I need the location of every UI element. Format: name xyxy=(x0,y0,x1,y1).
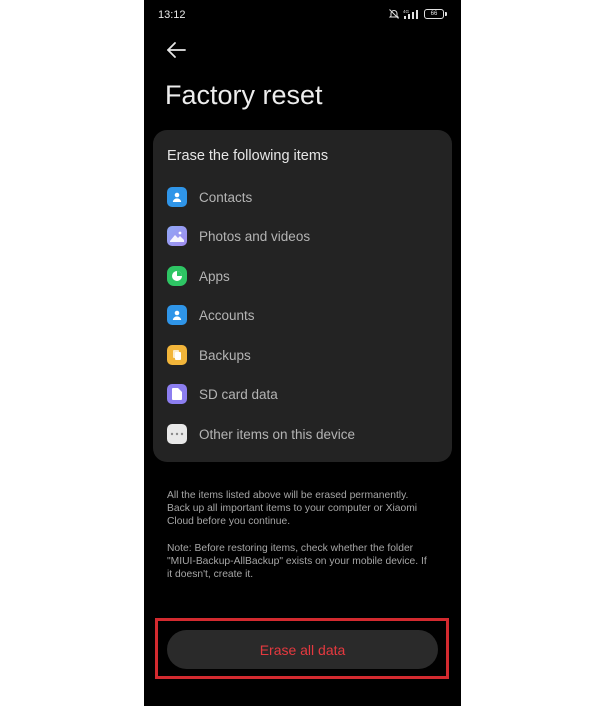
battery-icon: 66 xyxy=(424,9,447,19)
item-label: Photos and videos xyxy=(199,228,311,244)
gallery-icon xyxy=(167,226,187,246)
list-item-contacts: Contacts xyxy=(167,186,252,208)
item-label: Contacts xyxy=(199,189,253,205)
item-label: Backups xyxy=(199,347,251,363)
erase-items-card: Erase the following items Contacts Photo… xyxy=(153,130,452,462)
status-bar: 13:12 4G 66 xyxy=(144,0,461,30)
contacts-icon xyxy=(167,187,187,207)
phone-screen: 13:12 4G 66 Factory reset Erase the foll… xyxy=(144,0,461,706)
restore-note: Note: Before restoring items, check whet… xyxy=(167,542,427,581)
signal-icon: 4G xyxy=(403,8,421,20)
account-icon xyxy=(167,305,187,325)
list-item-backups: Backups xyxy=(167,344,251,366)
item-label: SD card data xyxy=(199,386,278,402)
item-label: Accounts xyxy=(199,307,255,323)
status-time: 13:12 xyxy=(158,9,186,21)
more-icon xyxy=(167,424,187,444)
card-heading: Erase the following items xyxy=(167,148,329,164)
arrow-left-icon xyxy=(164,42,190,64)
restore-text: Note: Before restoring items, check whet… xyxy=(167,543,427,580)
list-item-photos: Photos and videos xyxy=(167,225,310,247)
battery-level: 66 xyxy=(424,9,444,19)
page-title: Factory reset xyxy=(165,80,323,110)
warning-text: All the items listed above will be erase… xyxy=(167,490,418,527)
warning-note: All the items listed above will be erase… xyxy=(167,489,427,528)
item-label: Other items on this device xyxy=(199,426,356,442)
list-item-sd-card: SD card data xyxy=(167,383,278,405)
sd-card-icon xyxy=(167,384,187,404)
backup-icon xyxy=(167,345,187,365)
list-item-other: Other items on this device xyxy=(167,423,355,445)
list-item-apps: Apps xyxy=(167,265,230,287)
erase-all-data-button[interactable]: Erase all data xyxy=(167,630,438,669)
back-button[interactable] xyxy=(164,40,190,60)
apps-icon xyxy=(167,266,187,286)
status-icons: 4G 66 xyxy=(388,8,447,20)
mute-icon xyxy=(388,8,400,20)
item-label: Apps xyxy=(199,268,230,284)
list-item-accounts: Accounts xyxy=(167,304,255,326)
svg-text:4G: 4G xyxy=(403,9,410,14)
